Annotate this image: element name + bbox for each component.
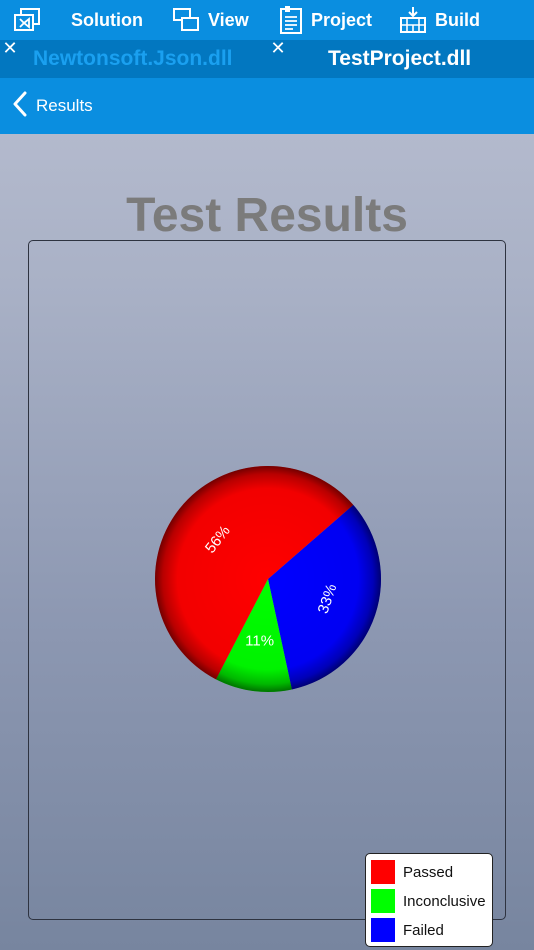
legend-item-passed: Passed: [371, 859, 453, 885]
legend-item-inconclusive: Inconclusive: [371, 888, 486, 914]
legend-swatch: [371, 860, 395, 884]
legend-swatch: [371, 918, 395, 942]
chart-legend: Passed Inconclusive Failed: [365, 853, 493, 947]
legend-swatch: [371, 889, 395, 913]
legend-label: Passed: [403, 863, 454, 881]
pie-label-inconclusive: 11%: [245, 633, 274, 650]
app-window: Solution View Project Build ✕ Newtonsoft…: [0, 0, 534, 950]
legend-label: Inconclusive: [403, 892, 486, 910]
legend-item-failed: Failed: [371, 917, 444, 943]
pie-chart: 33%11%56%: [155, 465, 381, 692]
legend-label: Failed: [403, 921, 444, 939]
